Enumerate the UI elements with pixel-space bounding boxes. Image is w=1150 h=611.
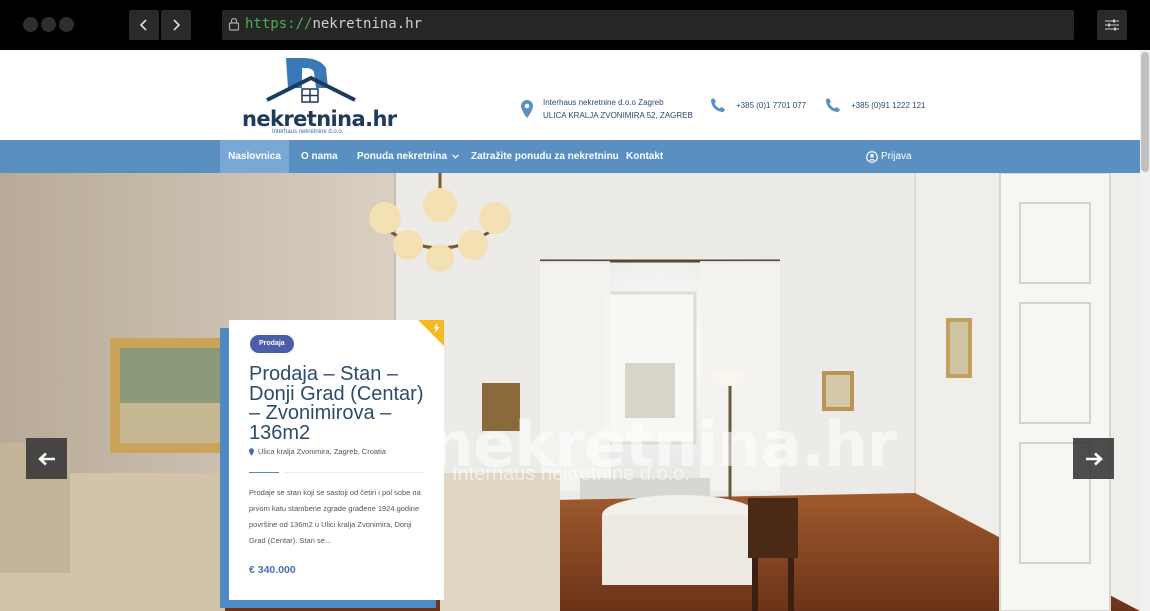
logo-text: nekretnina.hr <box>242 107 397 131</box>
listing-location-text: Ulica kralja Zvonimira, Zagreb, Croatia <box>258 447 386 456</box>
sliders-icon <box>1105 19 1119 31</box>
nav-item-o-nama[interactable]: O nama <box>301 140 338 173</box>
listing-description: Prodaje se stan koji se sastoji od četir… <box>249 488 421 545</box>
logo-subtitle: Interhaus nekretnine d.o.o. <box>272 129 344 135</box>
site-logo[interactable]: nekretnina.hr Interhaus nekretnine d.o.o… <box>240 56 397 138</box>
lock-icon <box>228 17 240 31</box>
address-line-1: Interhaus nekretnine d.o.o Zagreb <box>543 98 664 107</box>
card-separator <box>284 472 424 473</box>
map-pin-icon <box>249 447 254 456</box>
house-logo-icon <box>266 58 356 103</box>
back-button[interactable] <box>129 10 159 40</box>
map-pin-icon <box>521 100 533 118</box>
listing-location: Ulica kralja Zvonimira, Zagreb, Croatia <box>249 447 386 456</box>
listing-title[interactable]: Prodaja – Stan – Donji Grad (Centar) – Z… <box>249 364 429 443</box>
phone-contact-1[interactable]: +385 (0)1 7701 077 <box>710 97 806 113</box>
address-line-2: ULICA KRALJA ZVONIMIRA 52, ZAGREB <box>543 111 693 120</box>
chevron-down-icon <box>451 154 459 159</box>
browser-settings-button[interactable] <box>1097 10 1127 40</box>
featured-corner-flag <box>418 320 444 346</box>
site-header: nekretnina.hr Interhaus nekretnine d.o.o… <box>0 50 1140 140</box>
scrollbar-thumb[interactable] <box>1141 52 1149 172</box>
card-separator-accent <box>249 472 279 473</box>
slider-prev-button[interactable] <box>26 438 67 479</box>
phone-icon <box>711 98 725 112</box>
web-page: nekretnina.hr Interhaus nekretnine d.o.o… <box>0 50 1140 611</box>
room-photo <box>0 173 1140 611</box>
window-minimize-dot[interactable] <box>41 17 56 32</box>
main-navigation: Naslovnica O nama Ponuda nekretnina Zatr… <box>0 140 1140 173</box>
arrow-right-icon <box>1085 452 1103 465</box>
listing-price: € 340.000 <box>249 564 296 576</box>
login-label: Prijava <box>881 151 912 162</box>
nav-item-ponuda-nekretnina[interactable]: Ponuda nekretnina <box>357 140 459 173</box>
user-circle-icon <box>866 150 878 163</box>
phone-icon <box>826 98 840 112</box>
nav-item-kontakt[interactable]: Kontakt <box>626 140 663 173</box>
phone-number-1: +385 (0)1 7701 077 <box>736 100 807 110</box>
url-text: https://nekretnina.hr <box>245 16 423 32</box>
phone-number-2: +385 (0)91 1222 121 <box>851 100 926 110</box>
slider-next-button[interactable] <box>1073 438 1114 479</box>
browser-chrome: https://nekretnina.hr <box>0 0 1150 50</box>
lightning-icon <box>433 323 440 333</box>
arrow-left-icon <box>37 452 55 465</box>
window-close-dot[interactable] <box>23 17 38 32</box>
login-link[interactable]: Prijava <box>866 140 912 173</box>
address-bar[interactable]: https://nekretnina.hr <box>222 10 1074 40</box>
listing-type-badge[interactable]: Prodaja <box>250 335 294 353</box>
listing-card[interactable]: Prodaja Prodaja – Stan – Donji Grad (Cen… <box>229 320 444 600</box>
hero-slider: nekretnina.hr Interhaus nekretnine d.o.o… <box>0 173 1140 611</box>
address-contact: Interhaus nekretnine d.o.o Zagreb ULICA … <box>521 96 693 122</box>
window-maximize-dot[interactable] <box>59 17 74 32</box>
chevron-right-icon <box>173 19 181 31</box>
nav-item-label: Ponuda nekretnina <box>357 151 448 162</box>
chevron-left-icon <box>139 19 147 31</box>
watermark-subtitle: Interhaus nekretnine d.o.o. <box>452 463 690 485</box>
phone-contact-2[interactable]: +385 (0)91 1222 121 <box>825 97 926 113</box>
nav-item-naslovnica[interactable]: Naslovnica <box>220 140 289 173</box>
nav-item-zatrazite-ponudu[interactable]: Zatražite ponudu za nekretninu <box>471 140 619 173</box>
forward-button[interactable] <box>161 10 191 40</box>
